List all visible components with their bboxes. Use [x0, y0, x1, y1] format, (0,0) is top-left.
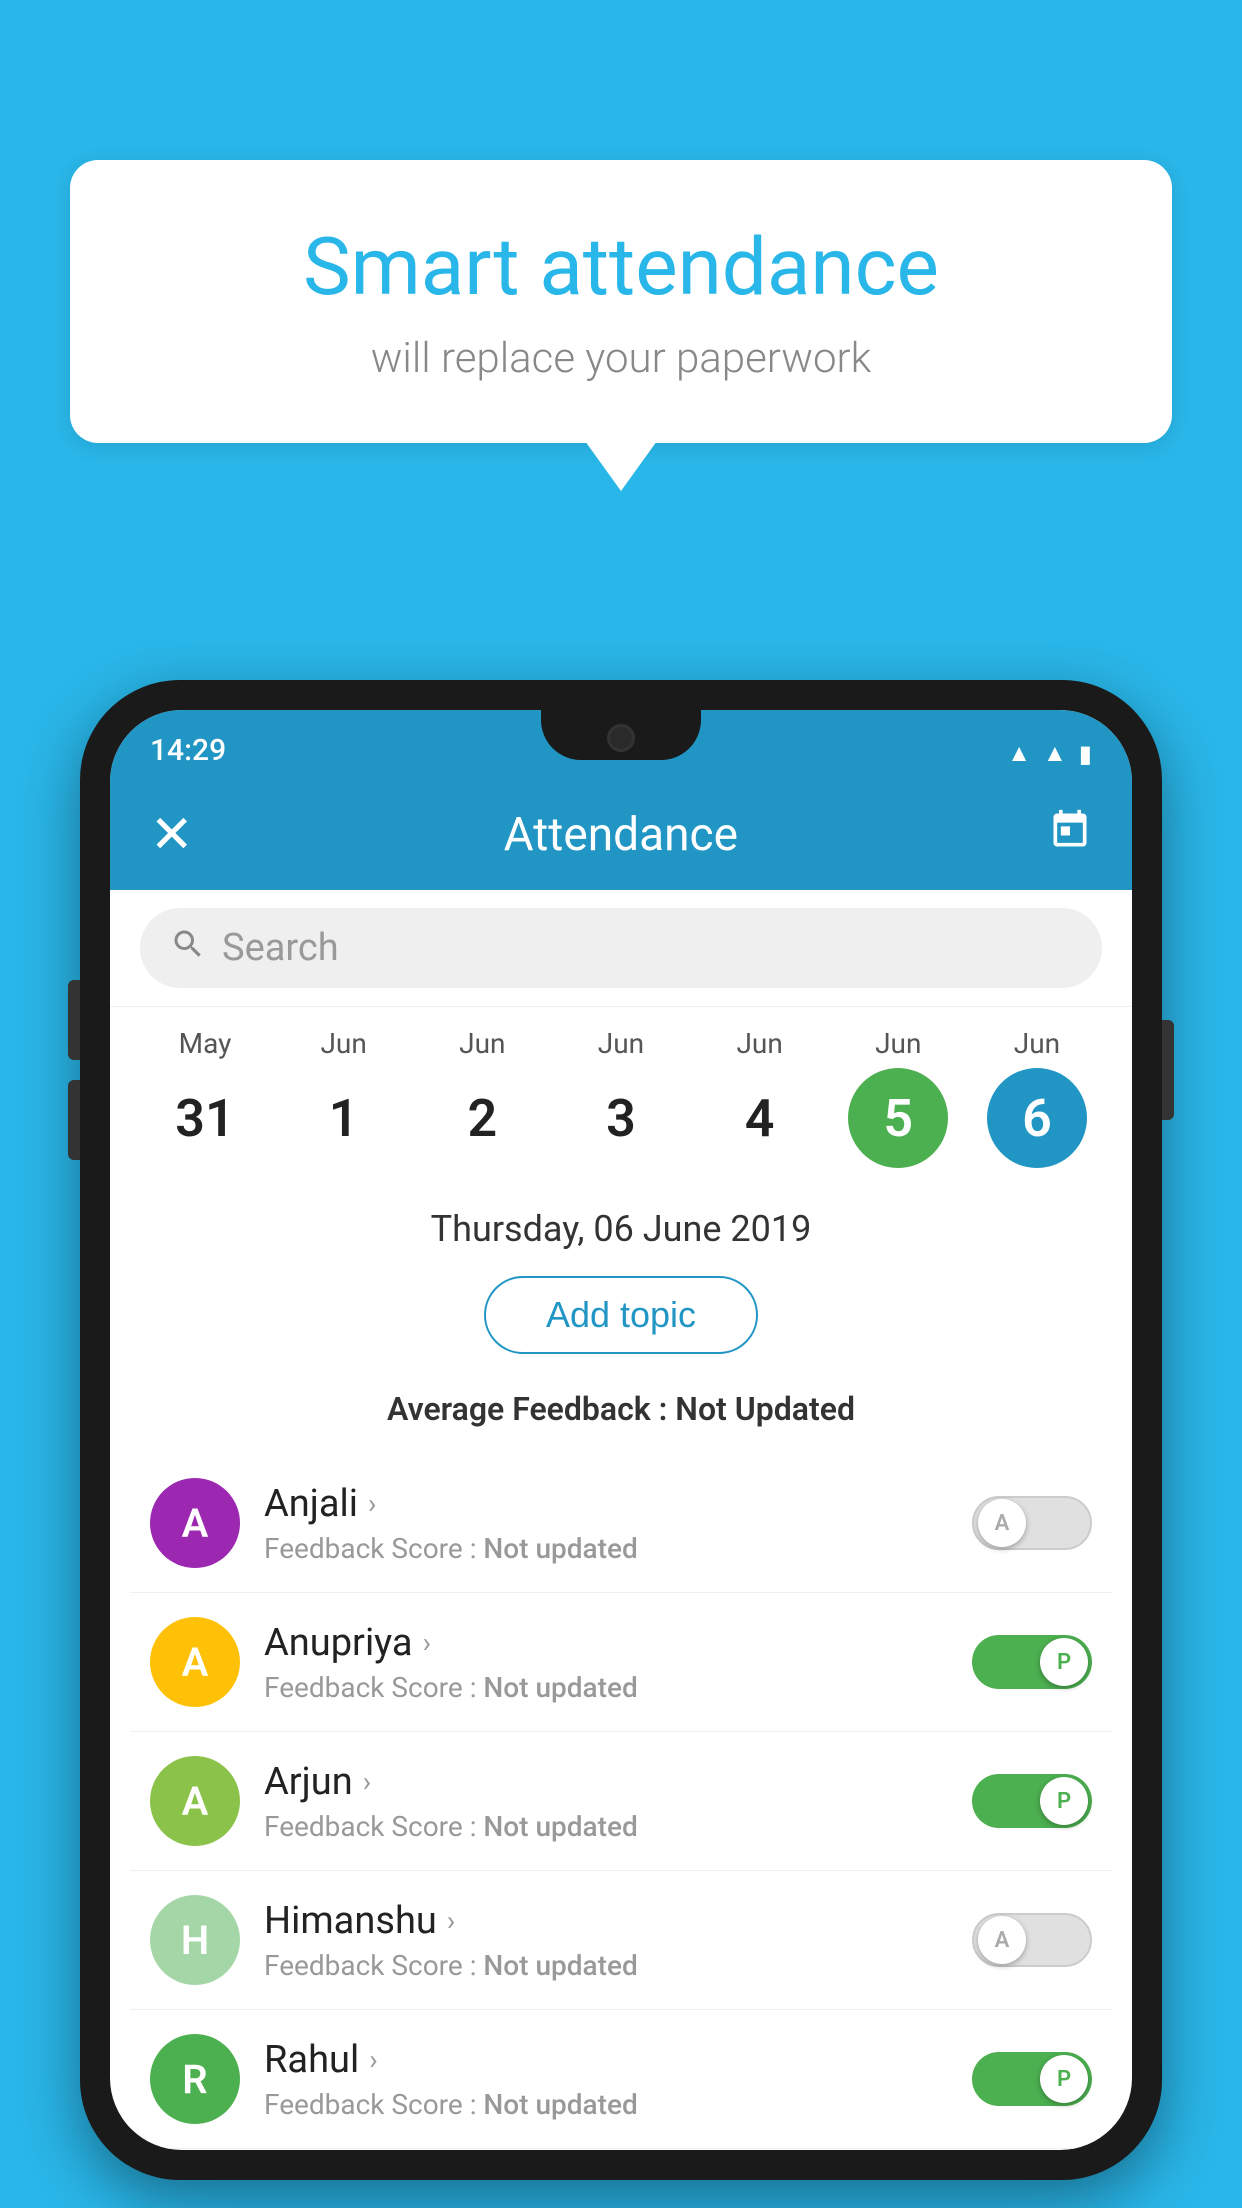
add-topic-button[interactable]: Add topic: [484, 1276, 758, 1354]
day-number-5[interactable]: 5: [848, 1068, 948, 1168]
student-score-2: Feedback Score : Not updated: [264, 1810, 948, 1843]
score-value-4: Not updated: [483, 2088, 637, 2121]
chevron-icon-0: ›: [368, 1487, 376, 1520]
avatar-1: A: [150, 1617, 240, 1707]
score-value-0: Not updated: [483, 1532, 637, 1565]
close-button[interactable]: ✕: [150, 809, 194, 861]
phone-frame: 14:29 ▲ ▲ ▮ ✕ Attendance: [80, 680, 1162, 2180]
chevron-icon-3: ›: [447, 1904, 455, 1937]
avg-feedback: Average Feedback : Not Updated: [140, 1380, 1102, 1438]
search-icon: [170, 926, 206, 971]
score-value-3: Not updated: [483, 1949, 637, 1982]
month-label-5: Jun: [875, 1027, 921, 1060]
toggle-knob-1: P: [1040, 1638, 1088, 1686]
date-col-1[interactable]: Jun 1: [279, 1027, 409, 1168]
score-value-2: Not updated: [483, 1810, 637, 1843]
date-col-5[interactable]: Jun 5: [833, 1027, 963, 1168]
status-icons: ▲ ▲ ▮: [1007, 739, 1092, 768]
date-col-2[interactable]: Jun 2: [417, 1027, 547, 1168]
front-camera: [607, 724, 635, 752]
attendance-toggle-4[interactable]: P: [972, 2052, 1092, 2106]
avatar-4: R: [150, 2034, 240, 2124]
speech-bubble-title: Smart attendance: [150, 220, 1092, 314]
attendance-toggle-1[interactable]: P: [972, 1635, 1092, 1689]
student-item-3[interactable]: H Himanshu › Feedback Score : Not updated A: [130, 1871, 1112, 2010]
day-number-4[interactable]: 4: [710, 1068, 810, 1168]
volume-up-button: [68, 980, 80, 1060]
student-name-0: Anjali ›: [264, 1482, 948, 1526]
student-item-0[interactable]: A Anjali › Feedback Score : Not updated A: [130, 1454, 1112, 1593]
speech-bubble-subtitle: will replace your paperwork: [150, 334, 1092, 383]
avatar-0: A: [150, 1478, 240, 1568]
status-time: 14:29: [150, 733, 226, 768]
day-number-2[interactable]: 2: [432, 1068, 532, 1168]
attendance-toggle-2[interactable]: P: [972, 1774, 1092, 1828]
student-name-4: Rahul ›: [264, 2038, 948, 2082]
avg-feedback-label: Average Feedback :: [387, 1390, 667, 1428]
date-col-6[interactable]: Jun 6: [972, 1027, 1102, 1168]
power-button: [1162, 1020, 1174, 1120]
avg-feedback-value: Not Updated: [675, 1390, 855, 1428]
day-number-3[interactable]: 3: [571, 1068, 671, 1168]
date-col-0[interactable]: May 31: [140, 1027, 270, 1168]
selected-date-full: Thursday, 06 June 2019: [140, 1208, 1102, 1250]
avatar-2: A: [150, 1756, 240, 1846]
student-info-2: Arjun › Feedback Score : Not updated: [264, 1760, 948, 1843]
month-label-2: Jun: [459, 1027, 505, 1060]
student-name-2: Arjun ›: [264, 1760, 948, 1804]
month-label-4: Jun: [736, 1027, 782, 1060]
phone-notch: [541, 710, 701, 760]
student-info-0: Anjali › Feedback Score : Not updated: [264, 1482, 948, 1565]
speech-bubble: Smart attendance will replace your paper…: [70, 160, 1172, 443]
search-container: Search: [110, 890, 1132, 1007]
phone-screen: 14:29 ▲ ▲ ▮ ✕ Attendance: [110, 710, 1132, 2150]
student-score-3: Feedback Score : Not updated: [264, 1949, 948, 1982]
search-bar[interactable]: Search: [140, 908, 1102, 988]
date-col-3[interactable]: Jun 3: [556, 1027, 686, 1168]
student-score-4: Feedback Score : Not updated: [264, 2088, 948, 2121]
speech-bubble-container: Smart attendance will replace your paper…: [70, 160, 1172, 443]
day-number-0[interactable]: 31: [155, 1068, 255, 1168]
calendar-dates-row: May 31 Jun 1 Jun 2 Jun 3 Jun 4 Jun 5 Jun 6: [110, 1007, 1132, 1188]
wifi-icon: ▲: [1007, 739, 1031, 768]
student-item-1[interactable]: A Anupriya › Feedback Score : Not updated P: [130, 1593, 1112, 1732]
day-number-1[interactable]: 1: [294, 1068, 394, 1168]
app-bar-title: Attendance: [234, 808, 1008, 862]
battery-icon: ▮: [1079, 740, 1092, 768]
student-info-4: Rahul › Feedback Score : Not updated: [264, 2038, 948, 2121]
month-label-1: Jun: [320, 1027, 366, 1060]
toggle-knob-0: A: [978, 1499, 1026, 1547]
student-list: AAnjali ›Feedback Score : Not updatedAAA…: [110, 1454, 1132, 2149]
date-col-4[interactable]: Jun 4: [695, 1027, 825, 1168]
volume-down-button: [68, 1080, 80, 1160]
student-info-1: Anupriya › Feedback Score : Not updated: [264, 1621, 948, 1704]
chevron-icon-2: ›: [363, 1765, 371, 1798]
day-number-6[interactable]: 6: [987, 1068, 1087, 1168]
month-label-3: Jun: [598, 1027, 644, 1060]
student-score-0: Feedback Score : Not updated: [264, 1532, 948, 1565]
chevron-icon-4: ›: [369, 2043, 377, 2076]
chevron-icon-1: ›: [423, 1626, 431, 1659]
date-info-section: Thursday, 06 June 2019 Add topic Average…: [110, 1188, 1132, 1454]
student-score-1: Feedback Score : Not updated: [264, 1671, 948, 1704]
toggle-knob-2: P: [1040, 1777, 1088, 1825]
score-value-1: Not updated: [483, 1671, 637, 1704]
month-label-6: Jun: [1014, 1027, 1060, 1060]
month-label-0: May: [179, 1027, 232, 1060]
toggle-knob-3: A: [978, 1916, 1026, 1964]
toggle-knob-4: P: [1040, 2055, 1088, 2103]
student-info-3: Himanshu › Feedback Score : Not updated: [264, 1899, 948, 1982]
student-item-4[interactable]: R Rahul › Feedback Score : Not updated P: [130, 2010, 1112, 2149]
search-placeholder: Search: [222, 926, 339, 970]
avatar-3: H: [150, 1895, 240, 1985]
attendance-toggle-3[interactable]: A: [972, 1913, 1092, 1967]
app-bar: ✕ Attendance: [110, 780, 1132, 890]
student-name-1: Anupriya ›: [264, 1621, 948, 1665]
signal-icon: ▲: [1043, 739, 1067, 768]
student-item-2[interactable]: A Arjun › Feedback Score : Not updated P: [130, 1732, 1112, 1871]
student-name-3: Himanshu ›: [264, 1899, 948, 1943]
calendar-icon[interactable]: [1048, 808, 1092, 862]
attendance-toggle-0[interactable]: A: [972, 1496, 1092, 1550]
